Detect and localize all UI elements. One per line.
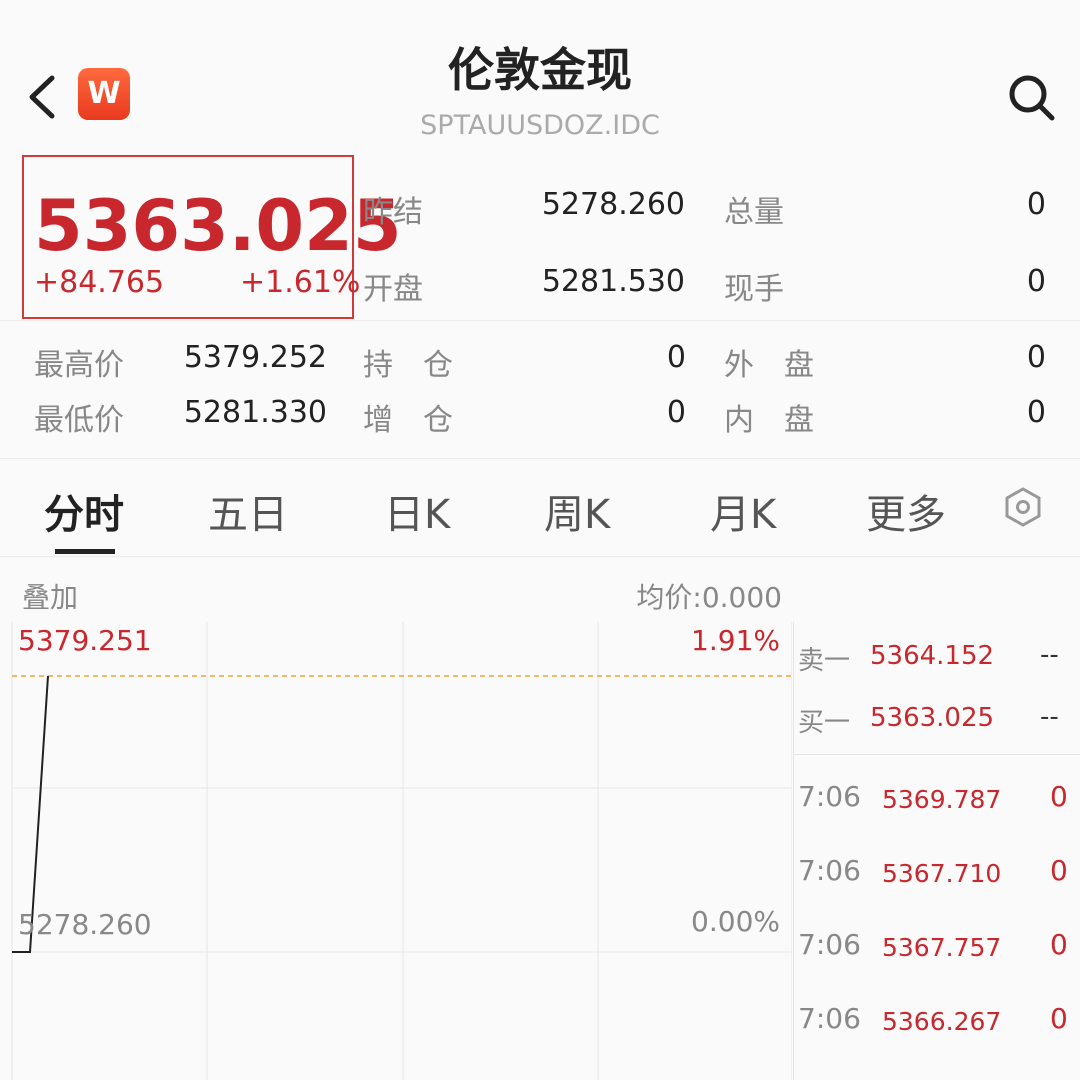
search-icon[interactable] — [1004, 70, 1058, 124]
tick-volume: 0 — [1050, 854, 1068, 887]
tick-price: 5369.787 — [882, 785, 1002, 814]
stat-value-oi-change: 0 — [666, 395, 686, 430]
stat-value-outer-volume: 0 — [1026, 340, 1046, 375]
tab-monthly-k[interactable]: 月K — [710, 482, 776, 540]
average-price: 均价:0.000 — [636, 581, 782, 614]
stat-value-open-interest: 0 — [666, 340, 686, 375]
stat-label-open-interest: 持 仓 — [363, 348, 453, 383]
order-book-separator — [793, 754, 1080, 755]
ask1-price: 5364.152 — [870, 641, 995, 671]
bid1-label: 买一 — [798, 708, 851, 738]
order-book-divider — [793, 622, 794, 1080]
axis-high-price: 5379.251 — [18, 624, 152, 657]
stat-value-current-lot: 0 — [1026, 264, 1046, 299]
price-change-pct: +1.61% — [240, 265, 361, 300]
settings-hexagon-icon[interactable] — [1002, 486, 1044, 528]
tick-price: 5366.267 — [882, 1007, 1002, 1036]
tick-time: 7:06 — [798, 780, 861, 813]
stat-value-total-volume: 0 — [1026, 187, 1046, 222]
price-change: +84.765 — [34, 265, 165, 300]
axis-high-pct: 1.91% — [691, 624, 780, 657]
stat-label-outer-volume: 外 盘 — [724, 348, 814, 383]
stat-label-oi-change: 增 仓 — [363, 403, 453, 438]
stat-label-total-volume: 总量 — [724, 195, 784, 230]
bid1-price: 5363.025 — [870, 703, 995, 733]
tick-volume: 0 — [1050, 928, 1068, 961]
tick-price: 5367.757 — [882, 933, 1002, 962]
axis-low-pct: 0.00% — [691, 905, 780, 938]
stat-label-low: 最低价 — [34, 403, 124, 438]
tick-time: 7:06 — [798, 1002, 861, 1035]
chart-grid — [11, 622, 792, 1080]
tab-intraday[interactable]: 分时 — [44, 482, 124, 540]
tab-daily-k[interactable]: 日K — [384, 482, 450, 540]
overlay-button[interactable]: 叠加 — [22, 576, 78, 616]
stat-value-prev-settle: 5278.260 — [541, 187, 685, 222]
axis-low-price: 5278.260 — [18, 908, 152, 941]
divider — [0, 556, 1080, 557]
tab-weekly-k[interactable]: 周K — [544, 482, 610, 540]
tick-time: 7:06 — [798, 854, 861, 887]
symbol-code: SPTAUUSDOZ.IDC — [420, 110, 660, 141]
stat-value-open: 5281.530 — [541, 264, 685, 299]
divider — [0, 458, 1080, 459]
stat-label-open: 开盘 — [363, 272, 423, 307]
stat-value-high: 5379.252 — [183, 340, 327, 375]
stat-value-inner-volume: 0 — [1026, 395, 1046, 430]
divider — [0, 320, 1080, 321]
ask1-qty: -- — [1040, 640, 1059, 670]
active-tab-indicator — [55, 549, 115, 554]
ask1-label: 卖一 — [798, 646, 851, 676]
intraday-chart[interactable] — [0, 612, 792, 1080]
bid1-qty: -- — [1040, 702, 1059, 732]
tab-more[interactable]: 更多 — [866, 482, 946, 540]
page-title: 伦敦金现 — [448, 43, 632, 97]
stat-label-inner-volume: 内 盘 — [724, 403, 814, 438]
stat-value-low: 5281.330 — [183, 395, 327, 430]
tick-time: 7:06 — [798, 928, 861, 961]
stat-label-current-lot: 现手 — [724, 272, 784, 307]
stat-label-high: 最高价 — [34, 348, 124, 383]
tab-five-day[interactable]: 五日 — [208, 482, 288, 540]
tick-price: 5367.710 — [882, 859, 1002, 888]
stat-label-prev-settle: 昨结 — [363, 195, 423, 230]
tick-volume: 0 — [1050, 780, 1068, 813]
current-price: 5363.025 — [34, 185, 402, 267]
tick-volume: 0 — [1050, 1002, 1068, 1035]
